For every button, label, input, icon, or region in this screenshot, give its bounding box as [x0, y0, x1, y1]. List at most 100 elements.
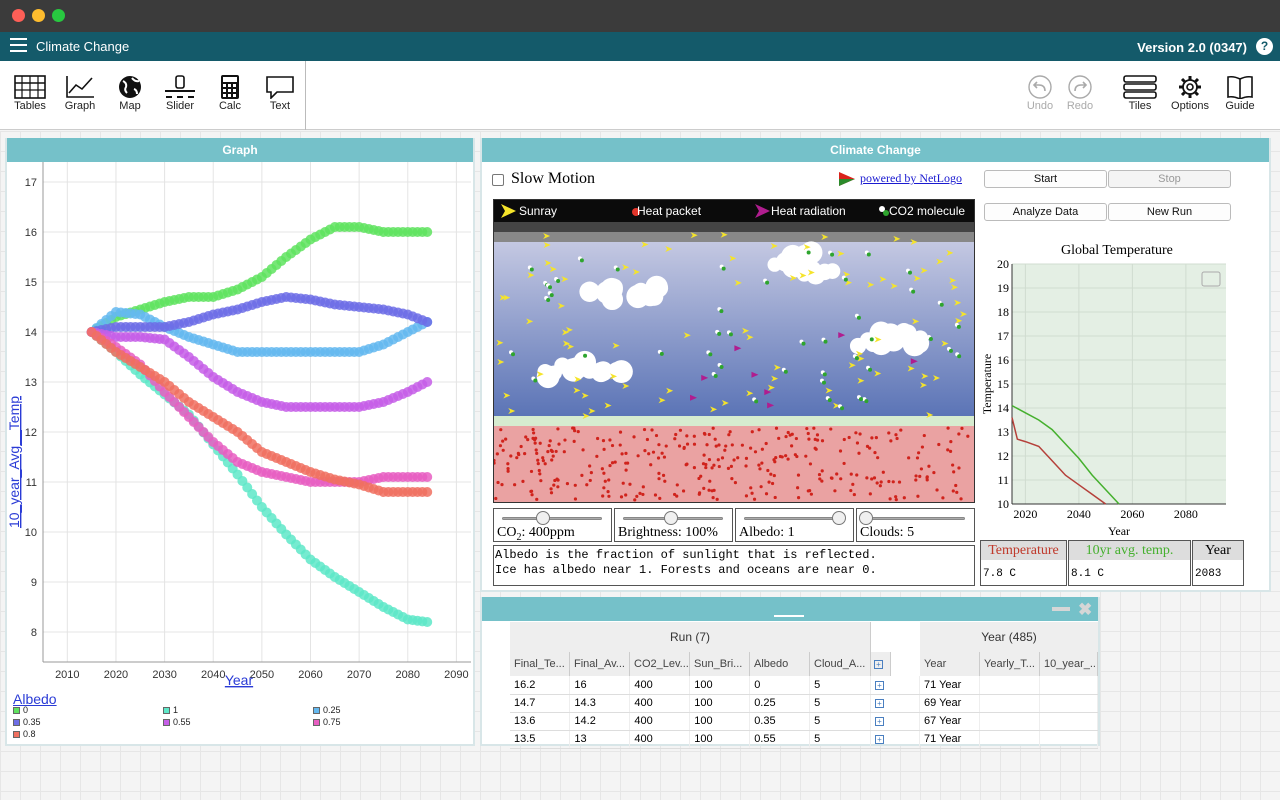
- expand-column-header[interactable]: +: [871, 652, 891, 676]
- table-cell[interactable]: [979, 712, 1041, 731]
- graph-tile-title[interactable]: Graph: [7, 138, 473, 162]
- clouds-slider-knob[interactable]: [859, 511, 873, 525]
- table-cell[interactable]: 13.5: [510, 730, 571, 749]
- table-cell[interactable]: 16: [569, 676, 631, 695]
- slow-motion-checkbox[interactable]: [492, 174, 504, 186]
- table-row[interactable]: 71 Year: [920, 730, 1098, 749]
- table-row[interactable]: 69 Year: [920, 694, 1098, 713]
- options-button[interactable]: Options: [1166, 75, 1214, 112]
- tables-tool-button[interactable]: Tables: [6, 75, 54, 112]
- year-column-header[interactable]: Year: [920, 652, 980, 676]
- year-column-header[interactable]: 10_year_...: [1040, 652, 1098, 676]
- table-cell[interactable]: 0: [749, 676, 811, 695]
- analyze-data-button[interactable]: Analyze Data: [984, 203, 1107, 221]
- run-column-header[interactable]: CO2_Lev...: [630, 652, 690, 676]
- text-tool-button[interactable]: Text: [256, 75, 304, 112]
- expand-row-icon[interactable]: +: [875, 680, 884, 690]
- expand-row-icon[interactable]: +: [875, 717, 884, 726]
- expand-row-cell[interactable]: +: [870, 676, 920, 695]
- expand-row-cell[interactable]: +: [870, 730, 920, 749]
- brightness-slider-knob[interactable]: [664, 511, 678, 525]
- table-cell[interactable]: [1039, 694, 1098, 713]
- table-cell[interactable]: [1039, 730, 1098, 749]
- table-cell[interactable]: 5: [809, 676, 871, 695]
- table-cell[interactable]: [979, 694, 1041, 713]
- slider-tool-button[interactable]: Slider: [156, 75, 204, 112]
- table-row[interactable]: 16.2 16 400 100 0 5 +: [510, 676, 920, 695]
- table-cell[interactable]: 100: [689, 676, 751, 695]
- run-column-header[interactable]: Albedo: [750, 652, 810, 676]
- table-cell[interactable]: 16.2: [510, 676, 571, 695]
- start-button[interactable]: Start: [984, 170, 1107, 188]
- graph-tool-button[interactable]: Graph: [56, 75, 104, 112]
- table-cell[interactable]: 13.6: [510, 712, 571, 731]
- close-tile-icon[interactable]: ✖: [1078, 600, 1092, 620]
- table-cell[interactable]: 14.7: [510, 694, 571, 713]
- calc-tool-button[interactable]: Calc: [206, 75, 254, 112]
- table-cell[interactable]: [1039, 676, 1098, 695]
- run-table-header[interactable]: Run (7): [510, 622, 871, 652]
- clouds-slider-track[interactable]: [865, 517, 965, 520]
- table-row[interactable]: 13.5 13 400 100 0.55 5 +: [510, 730, 920, 749]
- co2-slider[interactable]: CO2: 400ppm: [493, 508, 612, 543]
- table-cell[interactable]: 0.35: [749, 712, 811, 731]
- new-run-button[interactable]: New Run: [1108, 203, 1231, 221]
- table-row[interactable]: 67 Year: [920, 712, 1098, 731]
- redo-button[interactable]: Redo: [1056, 75, 1104, 112]
- simulation-canvas[interactable]: [494, 200, 974, 502]
- table-cell[interactable]: 67 Year: [920, 712, 981, 731]
- table-row[interactable]: 13.6 14.2 400 100 0.35 5 +: [510, 712, 920, 731]
- powered-by-netlogo-link[interactable]: powered by NetLogo: [860, 171, 962, 186]
- table-cell[interactable]: 14.3: [569, 694, 631, 713]
- co2-slider-track[interactable]: [502, 517, 602, 520]
- table-cell[interactable]: 14.2: [569, 712, 631, 731]
- table-cell[interactable]: 100: [689, 694, 751, 713]
- simulation-world-view[interactable]: [493, 199, 975, 503]
- table-cell[interactable]: 400: [629, 712, 691, 731]
- table-cell[interactable]: 400: [629, 676, 691, 695]
- tiles-button[interactable]: Tiles: [1116, 75, 1164, 112]
- global-temperature-plot[interactable]: 2020 2040 2060 2080 10 11 12 13 14 15 16 17 18 19 20 Ye…: [980, 240, 1246, 538]
- guide-button[interactable]: Guide: [1216, 75, 1264, 112]
- table-cell[interactable]: 69 Year: [920, 694, 981, 713]
- run-column-header[interactable]: Sun_Bri...: [690, 652, 750, 676]
- year-table-header[interactable]: Year (485): [920, 622, 1098, 652]
- expand-row-icon[interactable]: +: [875, 699, 884, 708]
- table-cell[interactable]: 0.55: [749, 730, 811, 749]
- close-window-button[interactable]: [12, 9, 25, 22]
- drag-handle-icon[interactable]: [774, 615, 804, 617]
- clouds-slider[interactable]: Clouds: 5: [856, 508, 975, 542]
- expand-row-cell[interactable]: +: [870, 694, 920, 713]
- table-cell[interactable]: 71 Year: [920, 676, 981, 695]
- expand-row-icon[interactable]: +: [875, 735, 884, 744]
- run-column-header[interactable]: Final_Av...: [570, 652, 630, 676]
- table-cell[interactable]: 71 Year: [920, 730, 981, 749]
- table-cell[interactable]: 400: [629, 694, 691, 713]
- zoom-window-button[interactable]: [52, 9, 65, 22]
- table-cell[interactable]: 5: [809, 730, 871, 749]
- graph-tile[interactable]: Graph 2010 2020 2030 2040 2050 2060 2070 2080 20…: [5, 138, 475, 746]
- table-cell[interactable]: 5: [809, 712, 871, 731]
- stop-button[interactable]: Stop: [1108, 170, 1231, 188]
- table-cell[interactable]: 400: [629, 730, 691, 749]
- albedo-temperature-chart[interactable]: 2010 2020 2030 2040 2050 2060 2070 2080 2090 8 9 10…: [7, 162, 473, 692]
- table-cell[interactable]: 100: [689, 730, 751, 749]
- brightness-slider[interactable]: Brightness: 100%: [614, 508, 733, 542]
- model-tile-title[interactable]: Climate Change: [482, 138, 1269, 162]
- hamburger-menu-icon[interactable]: [10, 38, 27, 52]
- year-column-header[interactable]: Yearly_T...: [980, 652, 1040, 676]
- table-cell[interactable]: [979, 676, 1041, 695]
- albedo-slider-track[interactable]: [744, 517, 844, 520]
- minimize-tile-icon[interactable]: [1052, 607, 1070, 611]
- help-icon[interactable]: ?: [1256, 38, 1273, 55]
- table-cell[interactable]: 100: [689, 712, 751, 731]
- table-cell[interactable]: [1039, 712, 1098, 731]
- minimize-window-button[interactable]: [32, 9, 45, 22]
- table-cell[interactable]: [979, 730, 1041, 749]
- add-column-icon[interactable]: +: [874, 660, 883, 669]
- table-cell[interactable]: 13: [569, 730, 631, 749]
- table-row[interactable]: 71 Year: [920, 676, 1098, 695]
- run-column-header[interactable]: Final_Te...: [510, 652, 570, 676]
- expand-row-cell[interactable]: +: [870, 712, 920, 731]
- run-column-header[interactable]: Cloud_A...: [810, 652, 871, 676]
